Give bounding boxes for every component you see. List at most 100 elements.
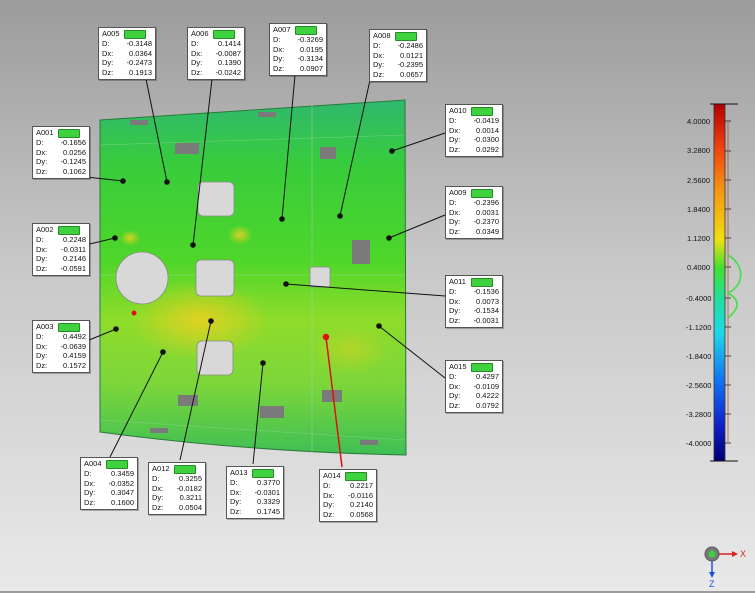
- dy-label: Dy:: [230, 497, 242, 507]
- dy-value: -0.1534: [473, 306, 499, 316]
- dy-value: 0.1390: [218, 58, 241, 68]
- callout-a013[interactable]: A013 D: 0.3770 Dx: -0.0301 Dy: 0.3329 Dz: 0.…: [226, 466, 284, 520]
- dx-label: Dx:: [36, 244, 48, 254]
- dx-value: 0.0014: [476, 125, 499, 135]
- dy-value: -0.2370: [473, 217, 499, 227]
- callout-a015[interactable]: A015 D: 0.4297 Dx: -0.0109 Dy: 0.4222 Dz: 0.…: [445, 360, 503, 414]
- callout-a002[interactable]: A002 D: 0.2248 Dx: -0.0311 Dy: 0.2146 Dz: -0…: [32, 223, 90, 277]
- callout-a008[interactable]: A008 D: -0.2486 Dx: 0.0121 Dy: -0.2395 Dz: 0…: [369, 29, 427, 83]
- dz-value: -0.0031: [473, 315, 499, 325]
- scale-tick-label: -1.8400: [686, 352, 712, 361]
- d-label: D:: [191, 39, 199, 48]
- dz-value: 0.0792: [476, 400, 499, 410]
- callout-a014[interactable]: A014 D: 0.2217 Dx: -0.0116 Dy: 0.2140 Dz: 0.…: [319, 469, 377, 523]
- dx-label: Dx:: [152, 483, 164, 493]
- d-label: D:: [449, 198, 457, 207]
- status-flag: [174, 464, 196, 474]
- d-label: D:: [36, 138, 44, 147]
- dz-label: Dz:: [449, 226, 461, 236]
- dy-label: Dy:: [449, 391, 461, 401]
- dx-value: 0.0121: [400, 50, 423, 60]
- callout-id: A001: [36, 128, 54, 138]
- dz-value: 0.0349: [476, 226, 499, 236]
- callout-a006[interactable]: A006 D: 0.1414 Dx: -0.0087 Dy: 0.1390 Dz: -0…: [187, 27, 245, 81]
- dx-value: -0.0301: [254, 487, 280, 497]
- orientation-triad[interactable]: X Z: [698, 540, 748, 589]
- dy-label: Dy:: [449, 135, 461, 145]
- status-flag: [345, 471, 367, 481]
- dx-label: Dx:: [323, 490, 335, 500]
- dx-label: Dx:: [191, 48, 203, 58]
- dz-value: 0.0568: [350, 509, 373, 519]
- d-value: 0.3459: [111, 469, 134, 478]
- dz-label: Dz:: [323, 509, 335, 519]
- dz-label: Dz:: [449, 315, 461, 325]
- scale-tick-label: 3.2800: [687, 146, 710, 155]
- dx-value: 0.0073: [476, 296, 499, 306]
- callout-a003[interactable]: A003 D: 0.4492 Dx: -0.0639 Dy: 0.4159 Dz: 0.…: [32, 320, 90, 374]
- scale-tick-label: -0.4000: [686, 294, 712, 303]
- dx-value: -0.0311: [61, 244, 86, 254]
- dz-label: Dz:: [36, 263, 48, 273]
- callout-id: A011: [449, 277, 466, 287]
- scale-tick-label: 4.0000: [687, 117, 710, 126]
- callout-a004[interactable]: A004 D: 0.3459 Dx: -0.0352 Dy: 0.3047 Dz: 0.…: [80, 457, 138, 511]
- d-value: 0.3770: [257, 478, 280, 487]
- callout-id: A009: [449, 188, 467, 198]
- dx-label: Dx:: [36, 341, 48, 351]
- dx-label: Dx:: [36, 147, 48, 157]
- dx-label: Dx:: [230, 487, 242, 497]
- status-flag: [471, 106, 493, 116]
- callout-a001[interactable]: A001 D: -0.1656 Dx: 0.0256 Dy: -0.1245 Dz: 0…: [32, 126, 90, 180]
- d-value: -0.2486: [397, 41, 423, 50]
- dz-label: Dz:: [36, 360, 48, 370]
- x-axis-label: X: [740, 549, 746, 559]
- dz-value: 0.0504: [179, 502, 202, 512]
- dy-value: 0.3211: [179, 493, 202, 503]
- dx-value: -0.0109: [473, 381, 499, 391]
- d-label: D:: [449, 372, 457, 381]
- flagged-point: [131, 310, 137, 316]
- d-value: -0.2396: [473, 198, 499, 207]
- scale-tick-label: -1.1200: [686, 323, 712, 332]
- scale-tick-label: 1.1200: [687, 234, 710, 243]
- z-axis-label: Z: [709, 579, 715, 588]
- dy-label: Dy:: [84, 488, 96, 498]
- callout-id: A007: [273, 25, 291, 35]
- dx-value: -0.0116: [348, 490, 373, 500]
- dx-label: Dx:: [449, 125, 461, 135]
- measurement-point-a014[interactable]: [322, 333, 330, 341]
- dy-label: Dy:: [273, 54, 285, 64]
- dz-value: 0.0907: [300, 63, 323, 73]
- d-label: D:: [36, 332, 44, 341]
- scale-tick-label: -3.2800: [686, 410, 712, 419]
- callout-a010[interactable]: A010 D: -0.0419 Dx: 0.0014 Dy: -0.0300 Dz: 0…: [445, 104, 503, 158]
- dx-value: 0.0195: [300, 44, 323, 54]
- status-flag: [252, 468, 274, 478]
- dy-value: -0.1245: [60, 157, 86, 167]
- callout-a005[interactable]: A005 D: -0.3148 Dx: 0.0364 Dy: -0.2473 Dz: 0…: [98, 27, 156, 81]
- dy-label: Dy:: [152, 493, 164, 503]
- d-label: D:: [102, 39, 110, 48]
- dz-label: Dz:: [191, 67, 203, 77]
- dy-label: Dy:: [36, 254, 48, 264]
- callout-a012[interactable]: A012 D: 0.3255 Dx: -0.0182 Dy: 0.3211 Dz: 0.…: [148, 462, 206, 516]
- dy-label: Dy:: [102, 58, 114, 68]
- callout-id: A015: [449, 362, 467, 372]
- dz-value: 0.0657: [400, 69, 423, 79]
- dz-label: Dz:: [84, 497, 96, 507]
- status-flag: [471, 362, 493, 372]
- dz-label: Dz:: [449, 144, 461, 154]
- callout-a009[interactable]: A009 D: -0.2396 Dx: 0.0031 Dy: -0.2370 Dz: 0…: [445, 186, 503, 240]
- dy-label: Dy:: [323, 500, 335, 510]
- dz-label: Dz:: [230, 506, 242, 516]
- callout-a011[interactable]: A011 D: -0.1536 Dx: 0.0073 Dy: -0.1534 Dz: -…: [445, 275, 503, 329]
- d-label: D:: [152, 474, 160, 483]
- dx-value: 0.0364: [129, 48, 152, 58]
- dy-label: Dy:: [373, 60, 385, 70]
- callout-a007[interactable]: A007 D: -0.3269 Dx: 0.0195 Dy: -0.3134 Dz: 0…: [269, 23, 327, 77]
- dz-label: Dz:: [152, 502, 164, 512]
- status-flag: [106, 459, 128, 469]
- d-label: D:: [36, 235, 44, 244]
- status-flag: [471, 277, 493, 287]
